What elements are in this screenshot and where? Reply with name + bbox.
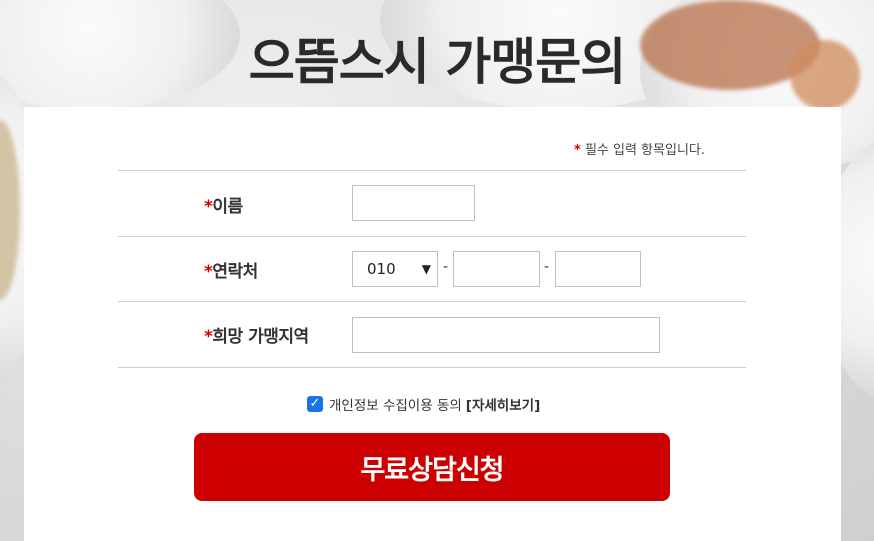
phone-prefix-select[interactable]: 010 ▼ (352, 251, 438, 287)
required-mark: * (574, 143, 581, 158)
page-title: 으뜸스시 가맹문의 (248, 33, 626, 91)
phone-label: *연락처 (204, 257, 258, 282)
phone-separator: - (544, 259, 550, 275)
phone-separator: - (443, 259, 449, 275)
required-note-text: 필수 입력 항목입니다. (584, 143, 705, 158)
divider (118, 236, 746, 237)
phone-prefix-value: 010 (367, 260, 396, 278)
divider (118, 170, 746, 171)
chevron-down-icon: ▼ (421, 262, 431, 276)
privacy-detail-link[interactable]: [자세히보기] (466, 394, 540, 414)
inquiry-form: * 필수 입력 항목입니다. *이름 *연락처 010 ▼ - - *희망 가맹… (24, 107, 841, 541)
divider (118, 367, 746, 368)
phone-label-text: 연락처 (212, 262, 258, 282)
required-note: * 필수 입력 항목입니다. (574, 139, 705, 158)
name-input[interactable] (352, 185, 475, 221)
phone-last-input[interactable] (555, 251, 641, 287)
name-label-text: 이름 (212, 197, 243, 217)
phone-middle-input[interactable] (453, 251, 540, 287)
privacy-consent-checkbox[interactable]: ✓ (307, 396, 323, 412)
submit-button[interactable]: 무료상담신청 (194, 433, 670, 501)
name-label: *이름 (204, 192, 243, 217)
divider (118, 301, 746, 302)
region-label: *희망 가맹지역 (204, 322, 309, 347)
privacy-consent-text: 개인정보 수집이용 동의 (329, 398, 462, 414)
region-input[interactable] (352, 317, 660, 353)
privacy-consent: ✓ 개인정보 수집이용 동의 [자세히보기] (307, 394, 540, 414)
region-label-text: 희망 가맹지역 (212, 327, 309, 347)
